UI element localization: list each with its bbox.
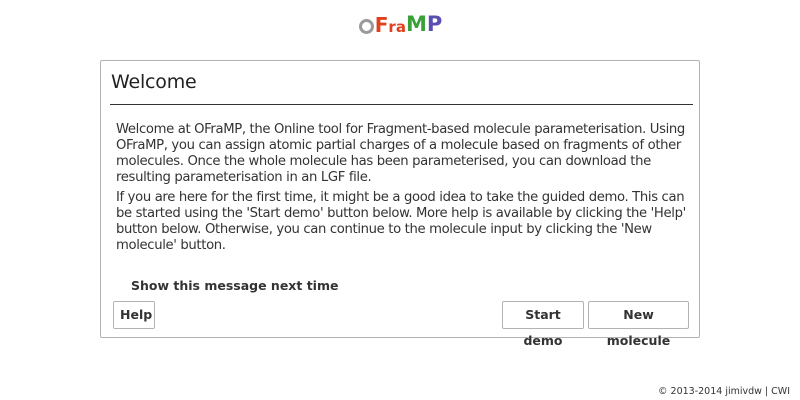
logo-letter-a: a — [395, 18, 406, 36]
dialog-title: Welcome — [111, 71, 197, 93]
logo-letter-m: M — [405, 12, 427, 36]
logo-letter-o — [358, 19, 374, 34]
logo-letter-p: P — [426, 12, 443, 36]
app-root: F r a M P Welcome Welcome at OFraMP, the… — [0, 0, 800, 400]
show-message-next-time-option[interactable]: Show this message next time — [131, 278, 338, 293]
start-demo-button[interactable]: Start demo — [502, 301, 584, 348]
welcome-dialog: Welcome Welcome at OFraMP, the Online to… — [100, 60, 700, 348]
guidance-paragraph: If you are here for the first time, it m… — [116, 190, 686, 253]
title-divider — [110, 104, 693, 105]
logo-letter-f: F — [374, 13, 389, 37]
new-molecule-button[interactable]: New molecule — [588, 301, 689, 348]
footer-copyright: © 2013-2014 jimivdw | CWI — [658, 386, 790, 397]
help-button[interactable]: Help — [113, 301, 155, 329]
app-logo: F r a M P — [0, 10, 800, 42]
logo-letter-r: r — [388, 18, 396, 36]
logo-wordmark: F r a M P — [358, 12, 443, 39]
dialog-body: Welcome at OFraMP, the Online tool for F… — [116, 122, 696, 258]
intro-paragraph: Welcome at OFraMP, the Online tool for F… — [116, 122, 685, 185]
